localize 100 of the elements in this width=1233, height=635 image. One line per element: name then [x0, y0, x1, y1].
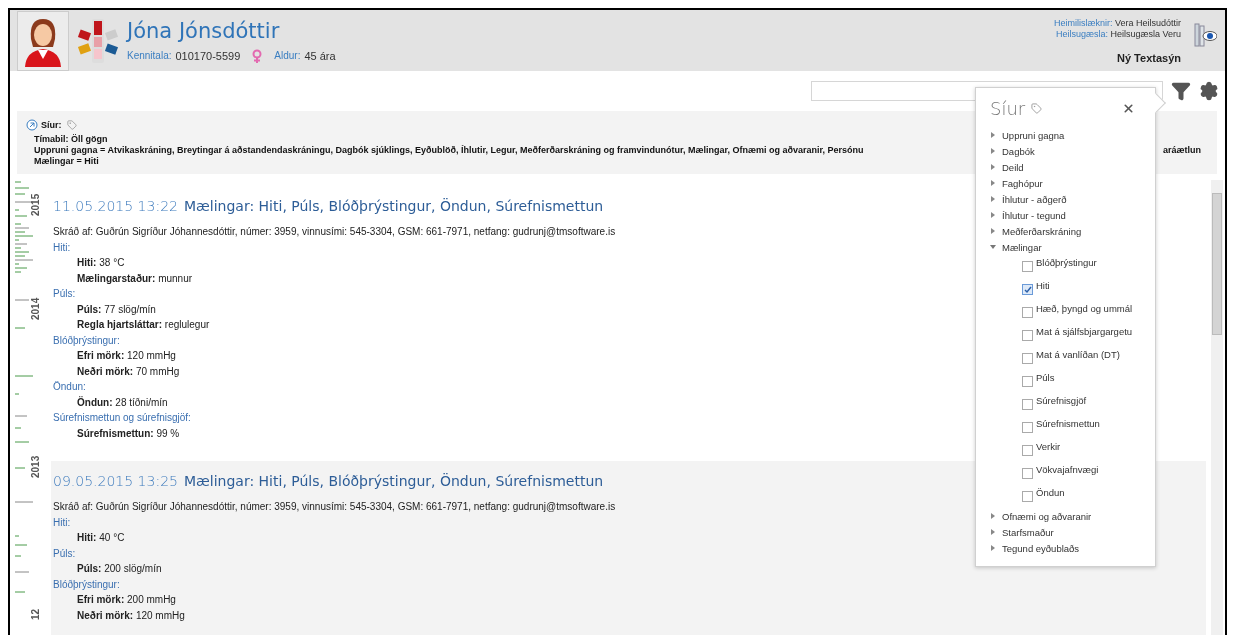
filter-option[interactable]: Súrefnismettun [984, 416, 1147, 439]
checkbox[interactable] [1022, 261, 1033, 272]
caret-icon [990, 545, 996, 551]
filter-summary-line: aráætlun [1163, 145, 1201, 155]
field-value: 38 °C [99, 257, 125, 268]
filter-option[interactable]: Mat á vanlíðan (DT) [984, 347, 1147, 370]
filter-icon[interactable] [1171, 81, 1191, 102]
recorded-by: Skráð af: Guðrún Sigríður Jóhannesdóttir, númer: 3959, vinnusími: 545-3304, GSM: 661-7971, netfang: gudrunj@tmsoftware.is [53, 225, 616, 239]
filter-option[interactable]: Púls [984, 370, 1147, 393]
field-value: reglulegur [164, 319, 210, 330]
tree-item[interactable]: Uppruni gagna [984, 127, 1065, 143]
recorded-by: Skráð af: Guðrún Sigríður Jóhannesdóttir, númer: 3959, vinnusími: 545-3304, GSM: 661-7971, netfang: gudrunj@tmsoftware.is [53, 500, 616, 514]
caret-icon [990, 212, 996, 218]
field-label: Efri mörk: [77, 594, 125, 605]
checkbox[interactable] [1022, 376, 1033, 387]
entry-title: Mælingar: Hiti, Púls, Blóðþrýstingur, Öndun, Súrefnismettun [183, 198, 604, 214]
year-label: 12 [30, 608, 41, 620]
popup-title: Síur [990, 98, 1026, 119]
filter-option[interactable]: Öndun [984, 485, 1147, 508]
caret-icon [990, 513, 996, 519]
year-label: 2013 [30, 455, 41, 478]
age-label: Aldur: [274, 50, 301, 62]
field-value: 200 slög/mín [104, 563, 162, 574]
year-label: 2015 [30, 193, 41, 216]
filter-option[interactable]: Súrefnisgjöf [984, 393, 1147, 416]
field-label: Hiti: [77, 257, 97, 268]
caret-icon [990, 196, 996, 202]
filter-summary-line: Mælingar = Hiti [34, 156, 99, 166]
scroll-thumb[interactable] [1212, 193, 1222, 335]
field-label: Öndun: [77, 396, 113, 408]
checkbox[interactable] [1022, 491, 1033, 502]
tree-item[interactable]: Meðferðarskráning [984, 223, 1082, 239]
doctor-label: Heimilislæknir: [1053, 17, 1113, 28]
caret-icon [990, 164, 996, 170]
patient-name: Jóna Jónsdóttir [127, 18, 281, 43]
field-label: Púls: [77, 303, 102, 315]
group-heading: Hiti: [53, 240, 71, 255]
field-value: 120 mmHg [127, 350, 176, 361]
caret-icon [990, 244, 996, 250]
group-heading: Öndun: [53, 380, 86, 394]
book-eye-icon[interactable] [1193, 21, 1217, 48]
doctor-value: Vera Heilsudóttir [1114, 17, 1181, 28]
tree-item[interactable]: Faghópur [984, 175, 1043, 191]
tag-icon [66, 120, 77, 130]
filter-option[interactable]: Blóðþrýstingur [984, 255, 1147, 278]
filter-option[interactable]: Hiti [984, 278, 1147, 301]
age-value: 45 ára [304, 49, 336, 62]
scrollbar[interactable] [1211, 180, 1223, 635]
tree-item[interactable]: Íhlutur - aðgerð [984, 191, 1067, 207]
checkbox[interactable] [1022, 307, 1033, 318]
caret-icon [990, 529, 996, 535]
id-value: 010170-5599 [175, 49, 241, 62]
field-value: 70 mmHg [135, 365, 180, 377]
field-value: 40 °C [99, 532, 125, 543]
caret-icon [990, 132, 996, 138]
checkbox[interactable] [1022, 468, 1033, 479]
field-label: Púls: [77, 563, 102, 574]
group-heading: Blóðþrýstingur: [53, 333, 120, 348]
collapse-icon[interactable] [26, 119, 38, 131]
filter-summary-line: Tímabil: Öll gögn [34, 134, 108, 144]
female-icon [252, 48, 263, 63]
field-value: munnur [158, 272, 193, 284]
entry-date: 11.05.2015 13:22 [53, 198, 178, 214]
group-heading: Púls: [53, 287, 76, 301]
field-value: 28 tíðni/mín [115, 396, 168, 408]
field-value: 77 slög/mín [104, 303, 156, 315]
group-heading: Blóðþrýstingur: [53, 577, 120, 592]
clinic-label: Heilsugæsla: [1055, 28, 1108, 39]
field-label: Regla hjartsláttar: [77, 319, 163, 330]
view-title: Ný Textasýn [1117, 51, 1181, 64]
filter-option[interactable]: Vökvajafnvægi [984, 462, 1147, 485]
entry-date: 09.05.2015 13:25 [53, 473, 178, 489]
tree-item[interactable]: Íhlutur - tegund [984, 207, 1066, 223]
filter-option[interactable]: Hæð, þyngd og ummál [984, 301, 1147, 324]
tree-item[interactable]: Dagbók [984, 143, 1035, 159]
tree-item[interactable]: Mælingar [984, 239, 1042, 255]
checkbox[interactable] [1022, 422, 1033, 433]
field-label: Mælingarstaður: [77, 272, 156, 284]
close-icon[interactable] [1122, 102, 1135, 115]
checkbox[interactable] [1022, 284, 1033, 295]
filter-option[interactable]: Verkir [984, 439, 1147, 462]
tree-item[interactable]: Ofnæmi og aðvaranir [984, 508, 1092, 524]
tree-item[interactable]: Deild [984, 159, 1024, 175]
field-label: Efri mörk: [77, 350, 125, 361]
checkbox[interactable] [1022, 353, 1033, 364]
checkbox[interactable] [1022, 330, 1033, 341]
clinic-value: Heilsugæsla Veru [1110, 28, 1181, 39]
group-heading: Púls: [53, 546, 76, 561]
id-label: Kennitala: [127, 50, 172, 62]
field-value: 200 mmHg [127, 594, 176, 605]
checkbox[interactable] [1022, 445, 1033, 456]
group-heading: Hiti: [53, 515, 71, 530]
caret-icon [990, 148, 996, 154]
tag-icon [1031, 103, 1043, 114]
checkbox[interactable] [1022, 399, 1033, 410]
filter-option[interactable]: Mat á sjálfsbjargargetu [984, 324, 1147, 347]
tree-item[interactable]: Tegund eyðublaðs [984, 540, 1080, 556]
year-label: 2014 [30, 297, 41, 320]
tree-item[interactable]: Starfsmaður [984, 524, 1054, 540]
field-label: Neðri mörk: [77, 609, 134, 621]
